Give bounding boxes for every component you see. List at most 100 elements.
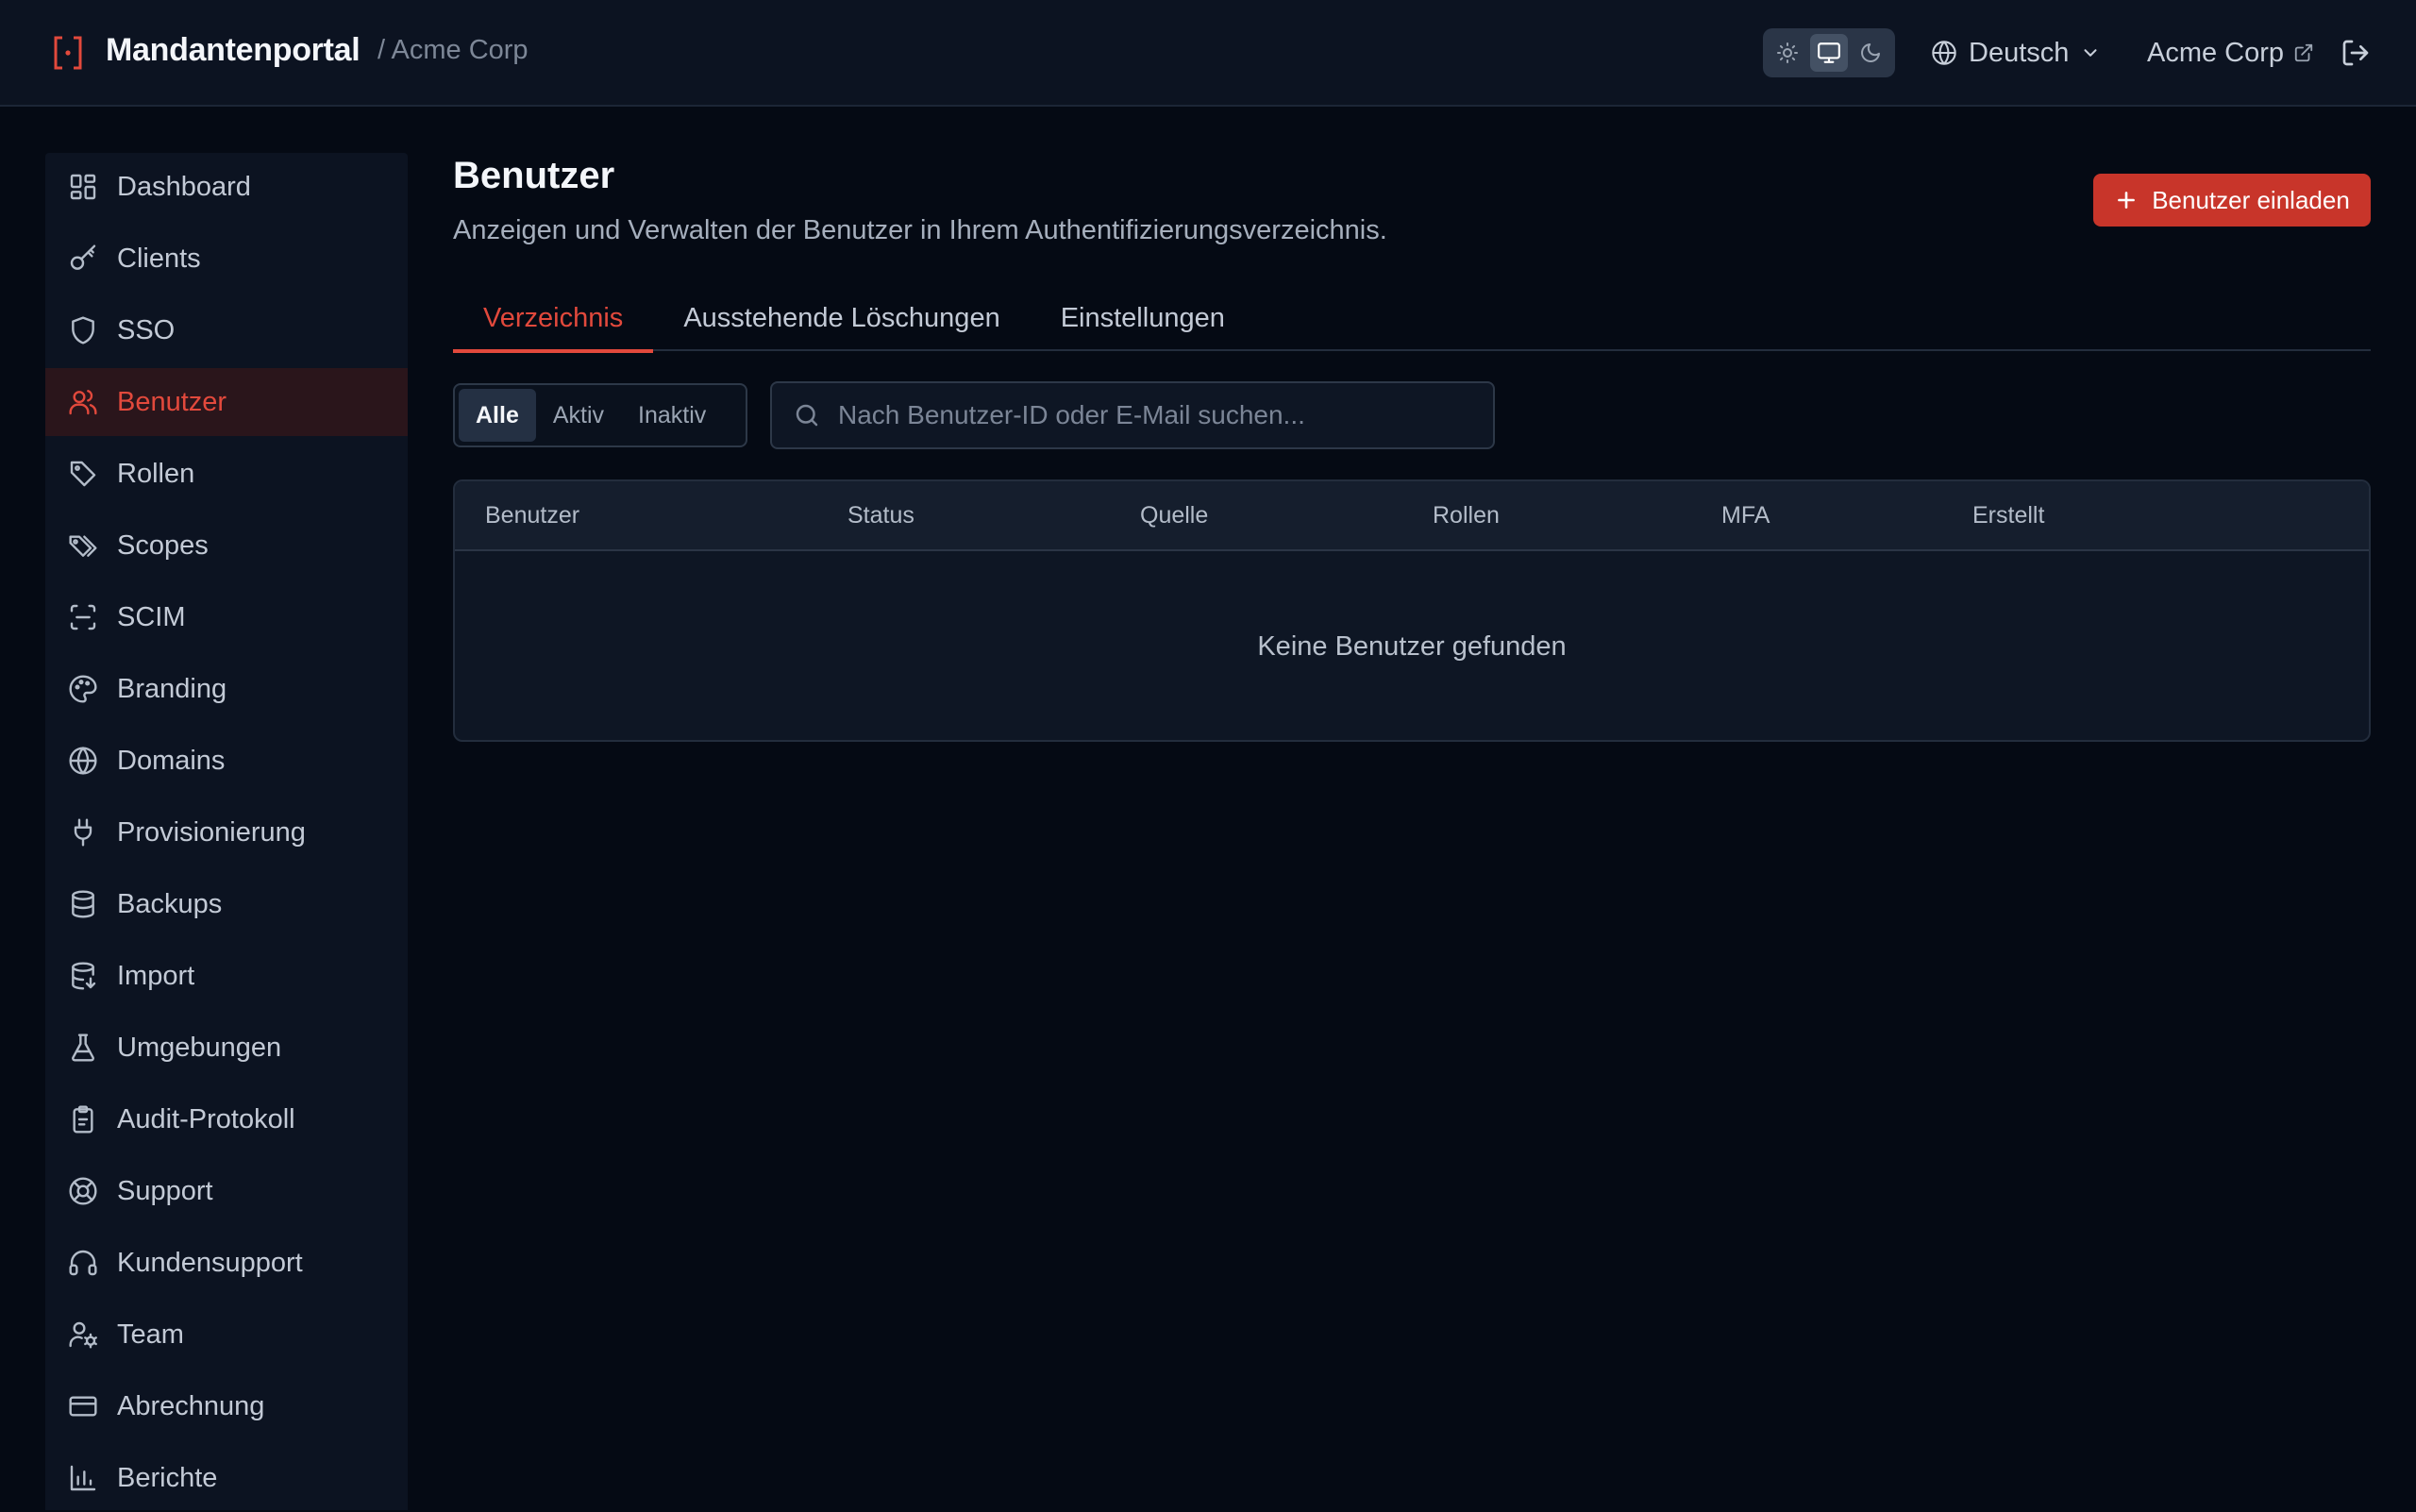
invite-user-label: Benutzer einladen	[2152, 185, 2350, 214]
tab-directory[interactable]: Verzeichnis	[453, 285, 654, 353]
monitor-icon	[1818, 42, 1840, 63]
column-header-roles[interactable]: Rollen	[1433, 502, 1500, 529]
sidebar-item-clients[interactable]: Clients	[45, 225, 408, 293]
plug-icon	[68, 817, 98, 848]
users-table: Benutzer Status Quelle Rollen MFA Erstel…	[453, 479, 2371, 742]
sidebar-item-import[interactable]: Import	[45, 942, 408, 1010]
scan-icon	[68, 602, 98, 632]
chevron-down-icon	[2084, 49, 2097, 57]
external-link-icon	[2294, 43, 2313, 62]
filter-active[interactable]: Aktiv	[536, 389, 621, 442]
lifebuoy-icon	[68, 1176, 98, 1206]
tag-icon	[68, 459, 98, 489]
page-description: Anzeigen und Verwalten der Benutzer in I…	[453, 215, 1387, 245]
globe-icon	[68, 746, 98, 776]
tenant-name: Acme Corp	[2147, 37, 2285, 68]
sidebar-item-label: Kundensupport	[117, 1247, 303, 1278]
sidebar-item-abrechnung[interactable]: Abrechnung	[45, 1372, 408, 1440]
user-cog-icon	[68, 1319, 98, 1350]
sidebar-item-label: Dashboard	[117, 171, 251, 202]
sun-icon	[1777, 42, 1798, 63]
sidebar-item-branding[interactable]: Branding	[45, 655, 408, 723]
theme-light-button[interactable]	[1769, 34, 1806, 72]
column-header-source[interactable]: Quelle	[1140, 502, 1208, 529]
clipboard-icon	[68, 1104, 98, 1134]
logout-icon	[2342, 40, 2369, 66]
sidebar-item-label: Abrechnung	[117, 1390, 265, 1421]
brand-logo-icon	[53, 35, 83, 71]
logout-button[interactable]	[2340, 38, 2371, 68]
sidebar-item-dashboard[interactable]: Dashboard	[45, 153, 408, 221]
top-bar: Mandantenportal / Acme Corp Deutsch Acme…	[0, 0, 2416, 107]
sidebar-item-label: Rollen	[117, 458, 195, 489]
invite-user-button[interactable]: Benutzer einladen	[2093, 174, 2371, 227]
sidebar-item-provisionierung[interactable]: Provisionierung	[45, 798, 408, 866]
plus-icon	[2118, 192, 2136, 209]
database-import-icon	[68, 961, 98, 991]
empty-state: Keine Benutzer gefunden	[1257, 630, 1567, 662]
dashboard-icon	[68, 172, 98, 202]
credit-card-icon	[68, 1391, 98, 1421]
sidebar-item-support[interactable]: Support	[45, 1157, 408, 1225]
sidebar-item-label: Berichte	[117, 1462, 218, 1493]
palette-icon	[68, 674, 98, 704]
key-icon	[68, 244, 98, 274]
app-title[interactable]: Mandantenportal	[106, 32, 361, 69]
sidebar-item-label: Domains	[117, 745, 226, 776]
language-selector[interactable]: Deutsch	[1931, 32, 2101, 74]
database-icon	[68, 889, 98, 919]
column-header-user[interactable]: Benutzer	[485, 502, 579, 529]
sidebar-item-team[interactable]: Team	[45, 1301, 408, 1369]
sidebar: Dashboard Clients SSO Benutzer Rollen Scopes S…	[45, 153, 408, 1510]
search-icon	[796, 404, 818, 427]
sidebar-item-berichte[interactable]: Berichte	[45, 1444, 408, 1512]
sidebar-item-label: Audit-Protokoll	[117, 1103, 295, 1134]
theme-switcher	[1763, 28, 1895, 77]
sidebar-item-backups[interactable]: Backups	[45, 870, 408, 938]
sidebar-item-rollen[interactable]: Rollen	[45, 440, 408, 508]
globe-icon	[1932, 41, 1956, 65]
column-header-status[interactable]: Status	[847, 502, 914, 529]
sidebar-item-scopes[interactable]: Scopes	[45, 512, 408, 580]
sidebar-item-sso[interactable]: SSO	[45, 296, 408, 364]
filter-all[interactable]: Alle	[459, 389, 536, 442]
search-box	[770, 381, 1495, 449]
tenant-external-link[interactable]: Acme Corp	[2147, 32, 2314, 74]
sidebar-item-label: Benutzer	[117, 386, 227, 417]
filter-inactive[interactable]: Inaktiv	[621, 389, 723, 442]
sidebar-item-audit-protokoll[interactable]: Audit-Protokoll	[45, 1085, 408, 1153]
sidebar-item-label: Umgebungen	[117, 1032, 282, 1063]
sidebar-item-label: Support	[117, 1175, 213, 1206]
column-header-mfa[interactable]: MFA	[1721, 502, 1770, 529]
status-filter: Alle Aktiv Inaktiv	[453, 383, 747, 447]
sidebar-item-umgebungen[interactable]: Umgebungen	[45, 1014, 408, 1082]
shield-icon	[68, 315, 98, 345]
sidebar-item-label: SCIM	[117, 601, 186, 632]
moon-icon	[1861, 43, 1880, 62]
theme-system-button[interactable]	[1810, 34, 1848, 72]
page-title: Benutzer	[453, 155, 615, 196]
sidebar-item-kundensupport[interactable]: Kundensupport	[45, 1229, 408, 1297]
column-header-created[interactable]: Erstellt	[1972, 502, 2044, 529]
sidebar-item-label: Import	[117, 960, 195, 991]
flask-icon	[68, 1033, 98, 1063]
tags-icon	[68, 530, 98, 561]
sidebar-item-benutzer[interactable]: Benutzer	[45, 368, 408, 436]
sidebar-item-scim[interactable]: SCIM	[45, 583, 408, 651]
sidebar-item-label: Scopes	[117, 529, 209, 561]
tab-bar: Verzeichnis Ausstehende Löschungen Einst…	[453, 285, 2371, 353]
sidebar-item-domains[interactable]: Domains	[45, 727, 408, 795]
search-input[interactable]	[838, 400, 1461, 430]
tab-settings[interactable]: Einstellungen	[1031, 285, 1255, 351]
sidebar-item-label: Clients	[117, 243, 201, 274]
headset-icon	[68, 1248, 98, 1278]
language-label: Deutsch	[1969, 37, 2070, 68]
breadcrumb-tenant: / Acme Corp	[378, 35, 528, 65]
sidebar-item-label: Branding	[117, 673, 227, 704]
theme-dark-button[interactable]	[1852, 34, 1889, 72]
sidebar-item-label: Provisionierung	[117, 816, 306, 848]
table-header: Benutzer Status Quelle Rollen MFA Erstel…	[455, 481, 2369, 551]
sidebar-item-label: SSO	[117, 314, 176, 345]
sidebar-item-label: Team	[117, 1319, 184, 1350]
tab-pending-deletions[interactable]: Ausstehende Löschungen	[653, 285, 1030, 351]
